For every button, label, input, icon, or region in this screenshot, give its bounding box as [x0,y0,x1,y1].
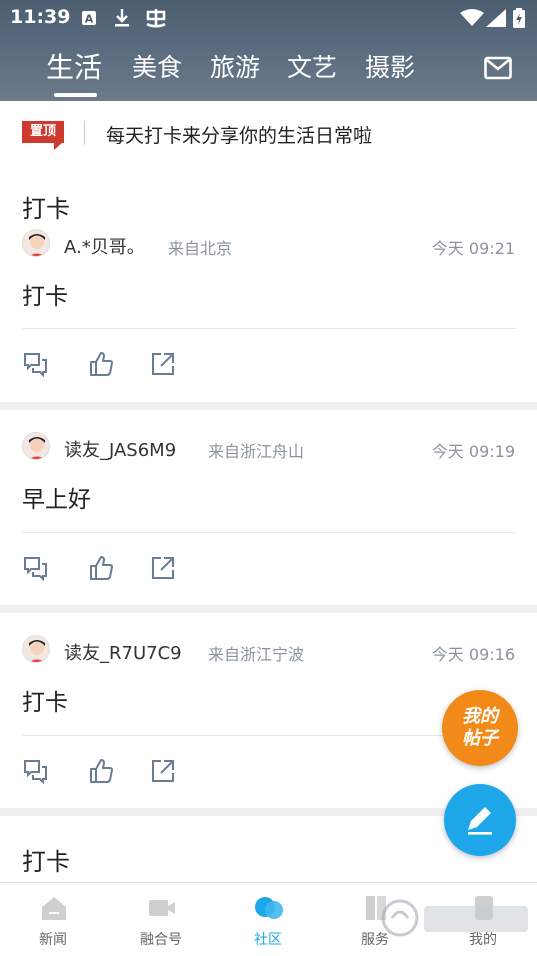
post-content: 打卡 [22,690,68,716]
home-icon [42,897,66,920]
header: 11:39 A 生活 美食 旅游 文艺 摄影 [0,0,537,101]
status-time: 11:39 [10,6,71,28]
community-icon [255,897,283,919]
signal-icon [486,8,506,28]
app-notification-icon: A [80,8,98,28]
post-card[interactable]: 读友_JAS6M9 来自浙江舟山 今天 09:19 早上好 [0,410,537,605]
nav-label: 新闻 [39,932,67,948]
category-tabs: 生活 美食 旅游 文艺 摄影 [0,48,537,92]
comment-icon[interactable] [23,351,51,379]
active-tab-indicator [54,93,97,97]
post-location: 来自浙江舟山 [208,442,305,461]
nav-label: 社区 [254,932,282,948]
post-time: 今天 09:21 [431,239,515,258]
avatar[interactable] [22,432,50,460]
post-time: 今天 09:16 [431,645,515,664]
nav-media[interactable]: 融合号 [116,883,206,956]
tab-life[interactable]: 生活 [46,46,102,86]
tab-photography[interactable]: 摄影 [365,48,415,84]
pencil-icon [468,807,492,835]
pinned-text: 每天打卡来分享你的生活日常啦 [106,125,373,147]
watermark-logo [378,880,537,956]
post-content: 打卡 [22,284,68,310]
post-location: 来自北京 [168,239,233,258]
compose-button[interactable] [444,784,516,856]
like-icon[interactable] [88,351,116,379]
mail-icon[interactable] [484,56,512,80]
tab-food[interactable]: 美食 [132,48,182,84]
username[interactable]: 读友_R7U7C9 [64,639,182,665]
username[interactable]: 读友_JAS6M9 [64,436,176,462]
comment-icon[interactable] [23,555,51,583]
post-actions [0,351,537,385]
share-icon[interactable] [150,555,178,583]
my-posts-button[interactable]: 我的 帖子 [442,690,518,766]
post-location: 来自浙江宁波 [208,645,305,664]
post-content: 早上好 [22,487,91,513]
bug-icon [144,8,168,28]
share-icon[interactable] [150,351,178,379]
section-gap [0,402,537,410]
comment-icon[interactable] [23,758,51,786]
post-card[interactable]: 打卡 A.*贝哥。 来自北京 今天 09:21 打卡 [0,163,537,402]
share-icon[interactable] [150,758,178,786]
pinned-badge-tail [54,143,62,150]
like-icon[interactable] [88,555,116,583]
tab-travel[interactable]: 旅游 [210,48,260,84]
nav-news[interactable]: 新闻 [8,883,98,956]
like-icon[interactable] [88,758,116,786]
divider [22,328,516,329]
divider [84,121,85,145]
nav-label: 融合号 [140,932,182,948]
username[interactable]: A.*贝哥。 [64,233,145,259]
battery-icon [512,8,526,28]
download-icon [112,8,132,28]
video-icon [149,900,175,916]
post-actions [0,555,537,589]
my-posts-label-line2: 帖子 [462,728,498,749]
pinned-notice[interactable]: 置顶 每天打卡来分享你的生活日常啦 [0,101,537,163]
my-posts-label-line1: 我的 [462,706,498,727]
divider [22,532,516,533]
wifi-icon [460,8,484,28]
post-title: 打卡 [22,848,70,876]
tab-arts[interactable]: 文艺 [287,48,337,84]
avatar[interactable] [22,635,50,663]
section-gap [0,605,537,613]
post-title: 打卡 [22,195,70,223]
avatar[interactable] [22,229,50,257]
post-time: 今天 09:19 [431,442,515,461]
svg-text:A: A [85,13,94,26]
app-root: 11:39 A 生活 美食 旅游 文艺 摄影 置顶 每天打卡来分享你的生活日常啦… [0,0,537,956]
nav-community[interactable]: 社区 [223,883,313,956]
status-bar: 11:39 A [0,0,537,36]
pinned-badge: 置顶 [22,121,64,143]
